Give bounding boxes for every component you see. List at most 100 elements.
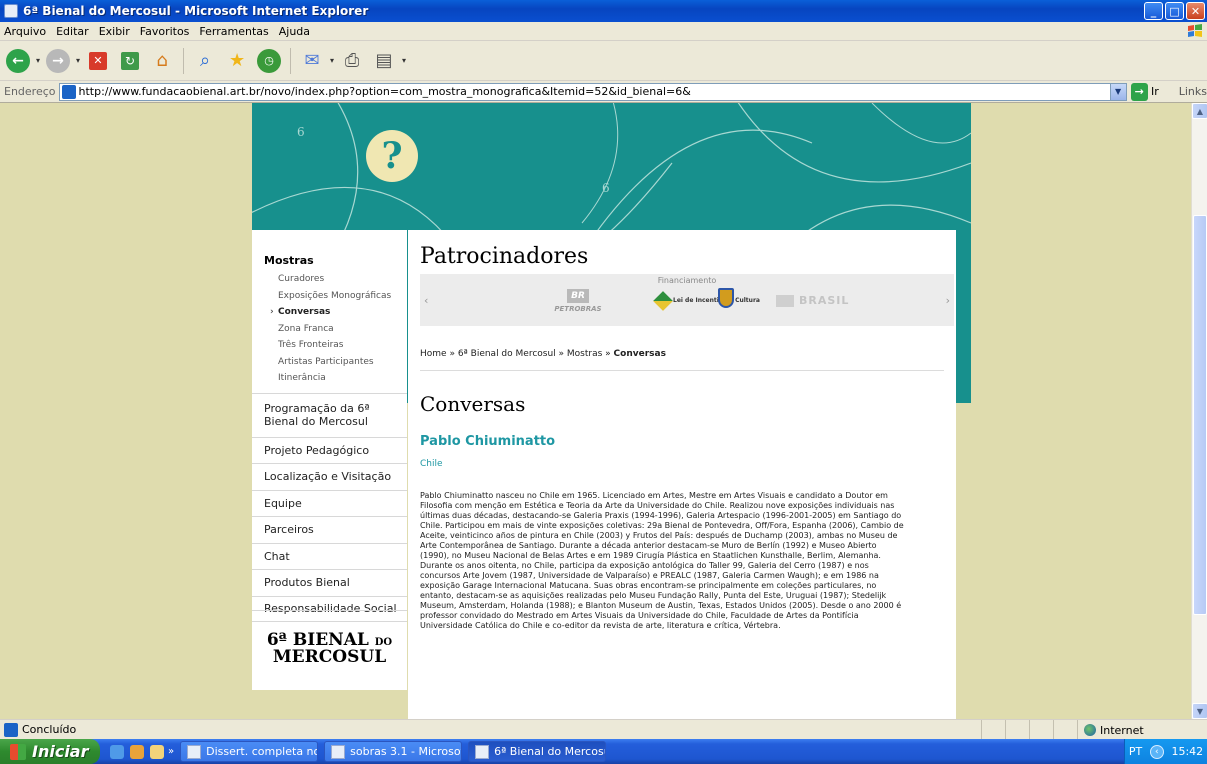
quick-launch-firefox-icon[interactable] bbox=[130, 744, 144, 759]
nav-item-localizacao[interactable]: Localização e Visitação bbox=[252, 463, 407, 490]
search-button[interactable]: ⌕ bbox=[191, 47, 219, 75]
sponsor-carousel: Financiamento ‹ › BR PETROBRAS Lei de In… bbox=[420, 274, 954, 326]
edit-dropdown-icon[interactable]: ▾ bbox=[402, 56, 406, 65]
menu-favoritos[interactable]: Favoritos bbox=[140, 25, 190, 38]
go-arrow-icon[interactable]: → bbox=[1130, 82, 1148, 101]
address-dropdown-icon[interactable]: ▼ bbox=[1109, 83, 1126, 100]
stop-button[interactable]: ✕ bbox=[84, 47, 112, 75]
scroll-down-icon[interactable]: ▼ bbox=[1192, 703, 1207, 719]
taskbar-item-sobras[interactable]: sobras 3.1 - Microsof... bbox=[324, 741, 463, 762]
scroll-up-icon[interactable]: ▲ bbox=[1192, 103, 1207, 119]
menu-ajuda[interactable]: Ajuda bbox=[279, 25, 310, 38]
petrobras-logo[interactable]: BR PETROBRAS bbox=[550, 288, 606, 313]
nav-subitem-conversas[interactable]: Conversas bbox=[270, 304, 407, 321]
nav-item-produtos[interactable]: Produtos Bienal bbox=[252, 569, 407, 596]
taskbar-item-bienal[interactable]: 6ª Bienal do Mercosul... bbox=[468, 741, 607, 762]
nav-subitem-curadores[interactable]: Curadores bbox=[278, 271, 407, 288]
nav-subitem-artistas[interactable]: Artistas Participantes bbox=[278, 354, 407, 371]
menu-editar[interactable]: Editar bbox=[56, 25, 89, 38]
brasil-logo[interactable]: BRASIL bbox=[776, 294, 849, 307]
carousel-next-icon[interactable]: › bbox=[946, 294, 950, 307]
mail-button[interactable]: ✉ bbox=[298, 47, 326, 75]
menu-exibir[interactable]: Exibir bbox=[99, 25, 130, 38]
status-message: Concluído bbox=[4, 722, 76, 737]
maximize-button[interactable]: □ bbox=[1165, 2, 1184, 20]
edit-button[interactable]: ▤ bbox=[370, 47, 398, 75]
nav-subitem-itinerancia[interactable]: Itinerância bbox=[278, 370, 407, 387]
taskbar: Iniciar » Dissert. completa no... sobras… bbox=[0, 739, 1207, 764]
print-button[interactable]: ⎙ bbox=[338, 47, 366, 75]
tray-expand-icon[interactable]: ‹ bbox=[1149, 744, 1164, 759]
media-history-button[interactable]: ◷ bbox=[255, 47, 283, 75]
carousel-prev-icon[interactable]: ‹ bbox=[424, 294, 428, 307]
menu-bar: Arquivo Editar Exibir Favoritos Ferramen… bbox=[0, 22, 1207, 41]
nav-subitem-tres-fronteiras[interactable]: Três Fronteiras bbox=[278, 337, 407, 354]
logo-line2: MERCOSUL bbox=[272, 647, 387, 667]
toolbar-separator bbox=[183, 47, 185, 74]
lei-incentivo-text: Lei de Incentivo à Cultura bbox=[673, 297, 760, 304]
state-crest-icon[interactable] bbox=[718, 288, 734, 308]
toolbar: ← ▾ → ▾ ✕ ↻ ⌂ ⌕ ★ ◷ ✉ ▾ ⎙ ▤ ▾ bbox=[0, 41, 1207, 81]
menu-ferramentas[interactable]: Ferramentas bbox=[199, 25, 268, 38]
close-button[interactable]: ✕ bbox=[1186, 2, 1205, 20]
nav-item-programacao[interactable]: Programação da 6ª Bienal do Mercosul bbox=[252, 392, 407, 437]
breadcrumb-mostras[interactable]: Mostras bbox=[567, 349, 602, 359]
history-icon: ◷ bbox=[257, 48, 282, 73]
nav-subitems: Curadores Exposições Monográficas Conver… bbox=[252, 267, 407, 393]
back-dropdown-icon[interactable]: ▾ bbox=[36, 56, 40, 65]
mail-dropdown-icon[interactable]: ▾ bbox=[330, 56, 334, 65]
status-cell bbox=[1029, 720, 1053, 740]
page-done-icon bbox=[4, 722, 18, 737]
links-button[interactable]: Links bbox=[1179, 85, 1207, 98]
clock[interactable]: 15:42 bbox=[1171, 745, 1203, 758]
address-input[interactable]: http://www.fundacaobienal.art.br/novo/in… bbox=[58, 82, 1127, 101]
start-label: Iniciar bbox=[32, 742, 89, 761]
bienal-question-mark-logo[interactable]: ? bbox=[366, 130, 418, 182]
quick-launch-folder-icon[interactable] bbox=[150, 744, 164, 759]
security-zone[interactable]: Internet bbox=[1077, 720, 1207, 740]
system-tray: PT ‹ 15:42 bbox=[1124, 739, 1207, 764]
menu-arquivo[interactable]: Arquivo bbox=[4, 25, 46, 38]
window-titlebar[interactable]: 6ª Bienal do Mercosul - Microsoft Intern… bbox=[0, 0, 1207, 22]
taskbar-item-dissert[interactable]: Dissert. completa no... bbox=[180, 741, 319, 762]
petrobras-name: PETROBRAS bbox=[554, 305, 602, 313]
lei-incentivo-icon bbox=[653, 291, 673, 311]
start-button[interactable]: Iniciar bbox=[0, 739, 100, 764]
breadcrumb-home[interactable]: Home bbox=[420, 349, 447, 359]
breadcrumb: Home » 6ª Bienal do Mercosul » Mostras »… bbox=[420, 349, 666, 359]
windows-start-icon bbox=[10, 743, 26, 760]
nav-subitem-exposicoes[interactable]: Exposições Monográficas bbox=[278, 288, 407, 305]
home-button[interactable]: ⌂ bbox=[148, 47, 176, 75]
breadcrumb-separator: » bbox=[446, 349, 458, 359]
task-label: Dissert. completa no... bbox=[206, 745, 319, 758]
breadcrumb-bienal[interactable]: 6ª Bienal do Mercosul bbox=[458, 349, 556, 359]
forward-dropdown-icon[interactable]: ▾ bbox=[76, 56, 80, 65]
minimize-button[interactable]: _ bbox=[1144, 2, 1163, 20]
status-cell bbox=[981, 720, 1005, 740]
nav-item-equipe[interactable]: Equipe bbox=[252, 489, 407, 517]
forward-button[interactable]: → bbox=[44, 47, 72, 75]
quick-launch-more-icon[interactable]: » bbox=[168, 746, 174, 757]
quick-launch-ie-icon[interactable] bbox=[110, 744, 124, 759]
address-url[interactable]: http://www.fundacaobienal.art.br/novo/in… bbox=[79, 85, 691, 98]
vertical-scrollbar[interactable]: ▲ ▼ bbox=[1191, 103, 1207, 719]
nav-subitem-zona-franca[interactable]: Zona Franca bbox=[278, 321, 407, 338]
scroll-thumb[interactable] bbox=[1193, 215, 1207, 615]
go-button[interactable]: Ir bbox=[1151, 85, 1159, 98]
page-title: Conversas bbox=[420, 392, 526, 416]
ie-task-icon bbox=[475, 744, 490, 759]
lei-incentivo-logo[interactable]: Lei de Incentivo à Cultura bbox=[653, 291, 760, 311]
favorites-star-button[interactable]: ★ bbox=[223, 47, 251, 75]
status-cells: Internet bbox=[981, 720, 1207, 740]
artist-name-link[interactable]: Pablo Chiuminatto bbox=[420, 434, 555, 449]
financing-label: Financiamento bbox=[657, 276, 717, 285]
nav-section-mostras[interactable]: Mostras bbox=[252, 230, 407, 267]
refresh-button[interactable]: ↻ bbox=[116, 47, 144, 75]
nav-item-projeto-pedagogico[interactable]: Projeto Pedagógico bbox=[252, 436, 407, 464]
language-indicator[interactable]: PT bbox=[1129, 745, 1142, 758]
nav-item-parceiros[interactable]: Parceiros bbox=[252, 516, 407, 543]
bienal-mercosul-logo[interactable]: 6ª BIENAL DO MERCOSUL bbox=[252, 610, 407, 690]
word-doc-icon bbox=[331, 744, 346, 759]
back-button[interactable]: ← bbox=[4, 47, 32, 75]
nav-item-chat[interactable]: Chat bbox=[252, 542, 407, 570]
